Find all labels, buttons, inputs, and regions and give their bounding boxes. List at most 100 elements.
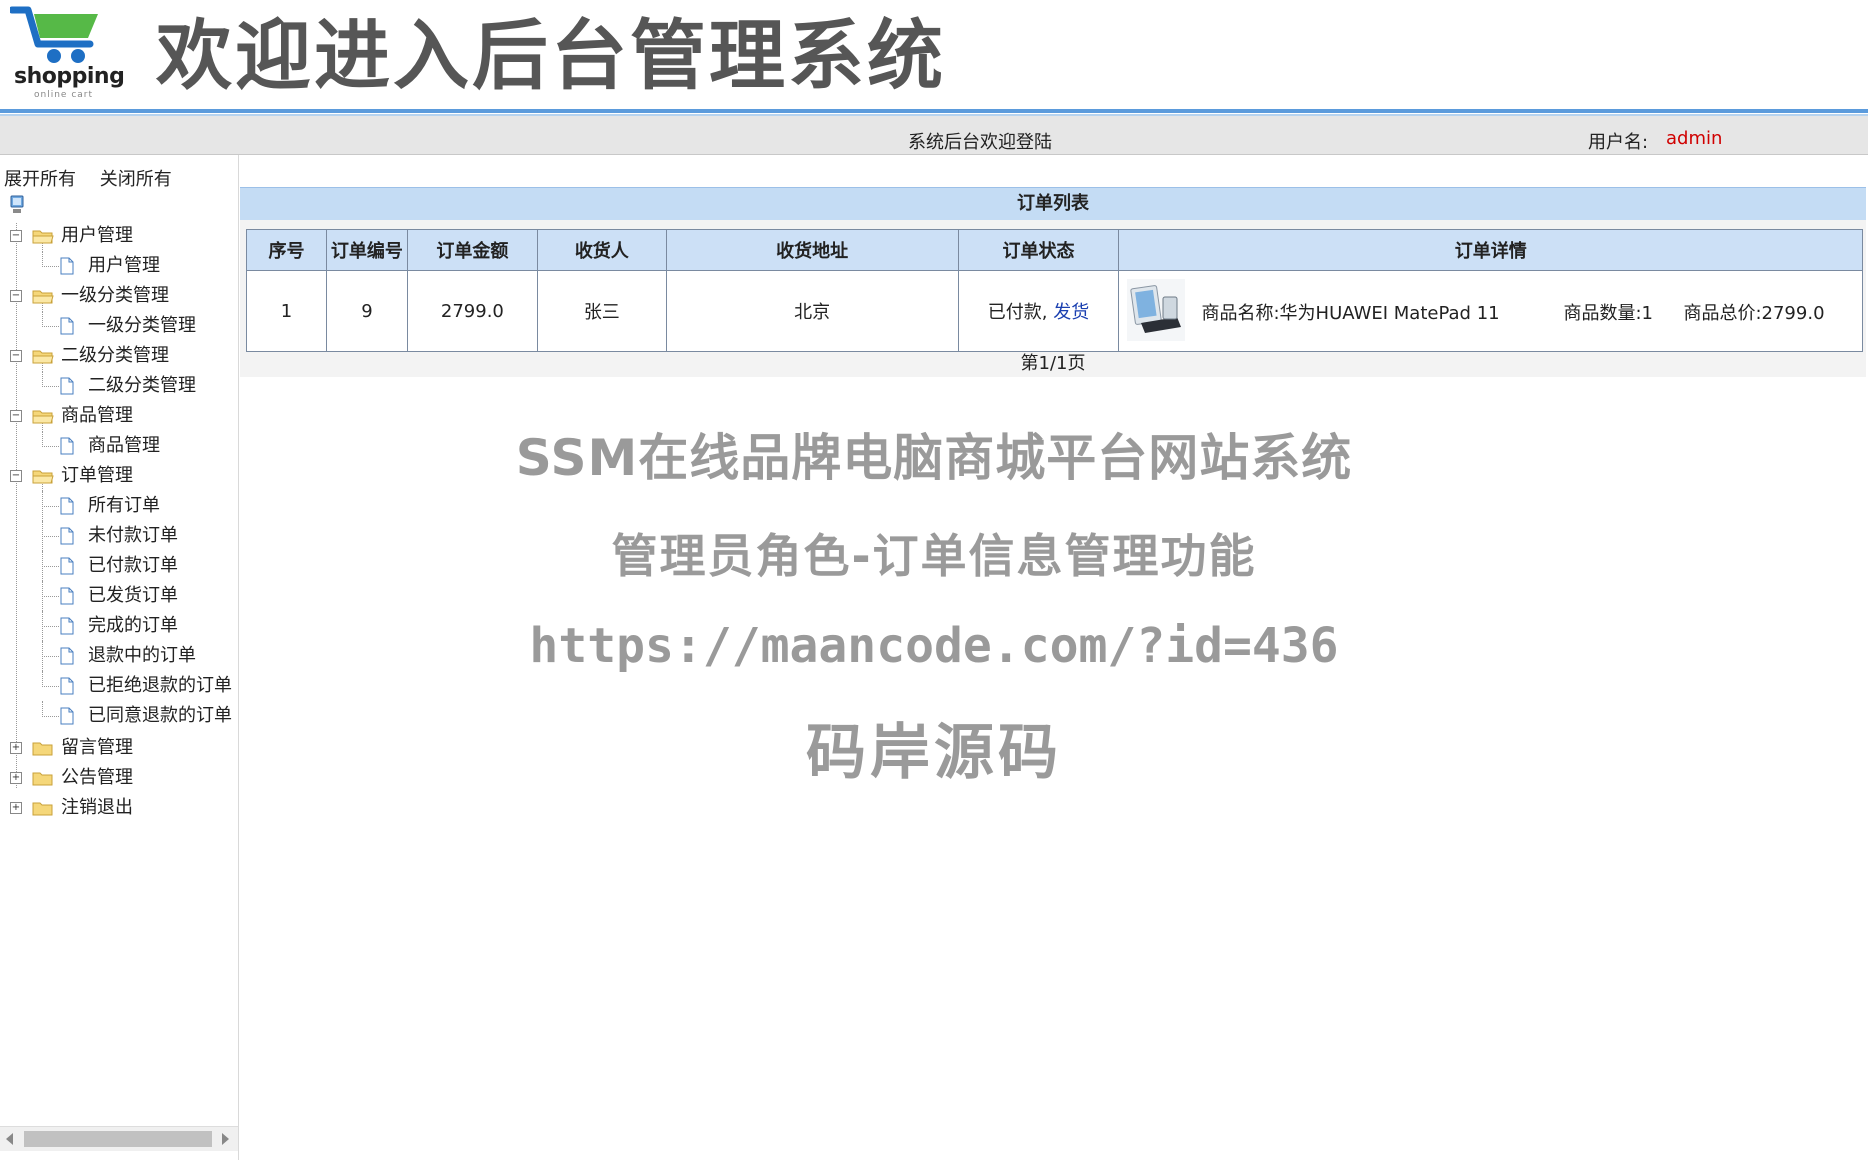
- tree-item-label[interactable]: 已付款订单: [88, 551, 178, 581]
- tree-item-unpaid-orders[interactable]: 未付款订单: [0, 521, 238, 551]
- tree-item-label[interactable]: 已拒绝退款的订单: [88, 671, 232, 701]
- expand-toggle-icon[interactable]: +: [10, 772, 22, 784]
- detail-product-total: 商品总价:2799.0: [1683, 303, 1825, 324]
- ship-link[interactable]: 发货: [1053, 302, 1089, 323]
- tree-group-label[interactable]: 注销退出: [61, 793, 133, 823]
- collapse-toggle-icon[interactable]: −: [10, 350, 22, 362]
- sidebar-horizontal-scrollbar[interactable]: [0, 1126, 238, 1151]
- page-icon: [60, 707, 74, 725]
- tree-group-label[interactable]: 一级分类管理: [61, 281, 169, 311]
- cell-index: 1: [246, 270, 327, 352]
- scroll-right-icon[interactable]: [222, 1133, 229, 1145]
- tree-group-notice[interactable]: + 公告管理: [0, 763, 238, 793]
- page-icon: [60, 527, 74, 545]
- tree-item-paid-orders[interactable]: 已付款订单: [0, 551, 238, 581]
- page-icon: [60, 437, 74, 455]
- tree-item-category2-manage[interactable]: 二级分类管理: [0, 371, 238, 401]
- folder-open-icon: [32, 350, 54, 364]
- shopping-logo: shopping online cart: [8, 4, 125, 100]
- tree-group-product[interactable]: − 商品管理: [0, 401, 238, 431]
- detail-product-name: 商品名称:华为HUAWEI MatePad 11: [1201, 303, 1500, 324]
- tree-item-label[interactable]: 已同意退款的订单: [88, 701, 232, 731]
- page-icon: [60, 317, 74, 335]
- folder-icon: [32, 742, 53, 756]
- collapse-toggle-icon[interactable]: −: [10, 410, 22, 422]
- tree-group-label[interactable]: 用户管理: [61, 221, 133, 251]
- cell-order-no: 9: [325, 270, 408, 352]
- collapse-all-link[interactable]: 关闭所有: [100, 169, 172, 190]
- order-list-title: 订单列表: [240, 187, 1866, 220]
- tree-item-product-manage[interactable]: 商品管理: [0, 431, 238, 461]
- status-bar: 系统后台欢迎登陆 用户名: admin: [0, 116, 1868, 155]
- tree-item-label[interactable]: 已发货订单: [88, 581, 178, 611]
- tree-group-order[interactable]: − 订单管理: [0, 461, 238, 491]
- tree-item-label[interactable]: 商品管理: [88, 431, 160, 461]
- tree-item-label[interactable]: 一级分类管理: [88, 311, 196, 341]
- page-icon: [60, 587, 74, 605]
- username-value: admin: [1666, 128, 1723, 149]
- page-icon: [60, 377, 74, 395]
- folder-icon: [32, 772, 53, 786]
- tree-item-label[interactable]: 用户管理: [88, 251, 160, 281]
- tree-group-category2[interactable]: − 二级分类管理: [0, 341, 238, 371]
- cart-icon: [8, 6, 98, 63]
- folder-open-icon: [32, 410, 54, 424]
- computer-icon: [10, 195, 24, 213]
- tree-item-category1-manage[interactable]: 一级分类管理: [0, 311, 238, 341]
- page-icon: [60, 257, 74, 275]
- cell-status: 已付款, 发货: [957, 270, 1120, 352]
- col-header-order-no: 订单编号: [325, 229, 408, 271]
- welcome-text: 系统后台欢迎登陆: [908, 132, 1052, 153]
- tree-item-label[interactable]: 所有订单: [88, 491, 160, 521]
- cell-detail: 商品名称:华为HUAWEI MatePad 11 商品数量:1 商品总价:279…: [1118, 270, 1863, 352]
- tree-item-label[interactable]: 退款中的订单: [88, 641, 196, 671]
- folder-open-icon: [32, 230, 54, 244]
- tree-group-logout[interactable]: + 注销退出: [0, 793, 238, 823]
- watermark-line2: 管理员角色-订单信息管理功能: [611, 529, 1257, 583]
- header: shopping online cart 欢迎进入后台管理系统: [0, 0, 1868, 110]
- tree-item-user-manage[interactable]: 用户管理: [0, 251, 238, 281]
- tree-group-label[interactable]: 订单管理: [61, 461, 133, 491]
- scroll-left-icon[interactable]: [6, 1133, 13, 1145]
- tree-item-shipped-orders[interactable]: 已发货订单: [0, 581, 238, 611]
- collapse-toggle-icon[interactable]: −: [10, 470, 22, 482]
- tree-item-refund-rejected-orders[interactable]: 已拒绝退款的订单: [0, 671, 238, 701]
- detail-product-qty: 商品数量:1: [1563, 303, 1653, 324]
- col-header-index: 序号: [246, 229, 327, 271]
- page-icon: [60, 497, 74, 515]
- tree-group-user[interactable]: − 用户管理: [0, 221, 238, 251]
- tree-group-label[interactable]: 留言管理: [61, 733, 133, 763]
- product-thumbnail[interactable]: [1127, 279, 1186, 341]
- scrollbar-thumb[interactable]: [24, 1131, 212, 1147]
- tree-group-label[interactable]: 商品管理: [61, 401, 133, 431]
- tree-group-label[interactable]: 二级分类管理: [61, 341, 169, 371]
- expand-all-link[interactable]: 展开所有: [4, 169, 76, 190]
- tree-item-label[interactable]: 二级分类管理: [88, 371, 196, 401]
- tree-item-completed-orders[interactable]: 完成的订单: [0, 611, 238, 641]
- table-header-row: 序号 订单编号 订单金额 收货人 收货地址 订单状态 订单详情: [246, 229, 1863, 271]
- collapse-toggle-icon[interactable]: −: [10, 290, 22, 302]
- col-header-address: 收货地址: [665, 229, 959, 271]
- tree-group-label[interactable]: 公告管理: [61, 763, 133, 793]
- page-icon: [60, 617, 74, 635]
- tree-item-label[interactable]: 未付款订单: [88, 521, 178, 551]
- expand-toggle-icon[interactable]: +: [10, 742, 22, 754]
- sidebar: 展开所有 关闭所有 − 用户管理 用户管理 − 一级分类管理 一级分类管理 − …: [0, 155, 239, 1160]
- watermark-line3: https://maancode.com/?id=436: [529, 618, 1339, 674]
- banner-title: 欢迎进入后台管理系统: [156, 11, 946, 100]
- tree-item-label[interactable]: 完成的订单: [88, 611, 178, 641]
- col-header-receiver: 收货人: [536, 229, 667, 271]
- col-header-amount: 订单金额: [406, 229, 538, 271]
- tree-group-category1[interactable]: − 一级分类管理: [0, 281, 238, 311]
- tree-item-refunding-orders[interactable]: 退款中的订单: [0, 641, 238, 671]
- tree-item-all-orders[interactable]: 所有订单: [0, 491, 238, 521]
- collapse-toggle-icon[interactable]: −: [10, 230, 22, 242]
- expand-toggle-icon[interactable]: +: [10, 802, 22, 814]
- tree-controls: 展开所有 关闭所有: [4, 165, 190, 191]
- cell-address: 北京: [665, 270, 959, 352]
- tree-item-refund-approved-orders[interactable]: 已同意退款的订单: [0, 701, 238, 731]
- folder-open-icon: [32, 470, 54, 484]
- tree-group-message[interactable]: + 留言管理: [0, 733, 238, 763]
- folder-open-icon: [32, 290, 54, 304]
- username-label: 用户名:: [1588, 132, 1649, 153]
